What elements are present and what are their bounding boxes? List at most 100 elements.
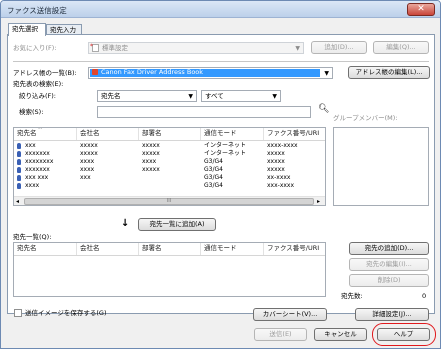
favorites-doc-icon: * (90, 43, 99, 52)
col-header-company[interactable]: 会社名 (77, 128, 139, 140)
header-divider (14, 140, 325, 141)
help-button[interactable]: ヘルプ (377, 328, 430, 341)
cell-name: xxx xxx (25, 174, 49, 181)
col-header-fax[interactable]: ファクス番号/URI (264, 243, 325, 255)
recipient-count-value: 0 (422, 292, 427, 300)
cell-mode: G3/G4 (204, 182, 223, 189)
person-icon (17, 159, 21, 165)
favorites-label: お気に入り(F): (13, 44, 57, 52)
cell-mode: G3/G4 (204, 166, 223, 173)
delete-recipient-button[interactable]: 削除(D) (349, 274, 429, 287)
cell-fax: xx-xxxx (267, 174, 291, 181)
advanced-settings-button[interactable]: 詳細設定(J)... (355, 308, 429, 321)
horizontal-scrollbar[interactable]: ◂ III ▸ (14, 196, 325, 205)
filter-label: 絞り込み(F): (19, 92, 57, 100)
add-recipient-button[interactable]: 宛先の追加(D)... (349, 242, 429, 255)
header-divider (14, 255, 325, 256)
col-header-mode[interactable]: 通信モード (201, 128, 264, 140)
col-header-department[interactable]: 部署名 (139, 128, 201, 140)
cell-fax: xxxxx (267, 150, 285, 157)
recipient-list-table[interactable]: 宛先名 会社名 部署名 通信モード ファクス番号/URI (13, 242, 326, 297)
cell-name: xxx (25, 142, 36, 149)
filter-mode-dropdown[interactable]: すべて ▼ (201, 90, 281, 102)
cancel-button[interactable]: キャンセル (314, 328, 367, 341)
favorites-add-button[interactable]: 追加(D)... (311, 41, 367, 54)
filter-field-dropdown[interactable]: 宛先名 ▼ (97, 90, 197, 102)
address-book-dropdown[interactable]: Canon Fax Driver Address Book ▼ (88, 67, 333, 79)
cell-fax: xxxxx (267, 158, 285, 165)
person-icon (17, 183, 21, 189)
group-members-list[interactable] (333, 127, 429, 206)
col-header-department[interactable]: 部署名 (139, 243, 201, 255)
search-section-label: 宛先表の検索(E): (13, 80, 64, 88)
edit-address-book-button[interactable]: アドレス帳の編集(L)... (348, 66, 430, 79)
cell-mode: G3/G4 (204, 158, 223, 165)
tab-select-destination[interactable]: 宛先選択 (8, 23, 46, 36)
save-image-checkbox[interactable] (14, 309, 22, 317)
send-button[interactable]: 送信(E) (254, 328, 307, 341)
close-button[interactable]: ✕ (407, 3, 435, 16)
cell-mode: G3/G4 (204, 174, 223, 181)
cover-sheet-button[interactable]: カバーシート(V)... (253, 308, 327, 321)
chevron-down-icon: ▼ (324, 70, 329, 77)
tab-panel: お気に入り(F): * 標準設定 ▼ 追加(D)... 編集(Q)... アドレ… (7, 34, 435, 317)
favorites-value: 標準設定 (102, 44, 128, 52)
cell-department: xxxxx (142, 142, 160, 149)
person-icon (17, 151, 21, 157)
group-members-label: グループメンバー(M): (333, 114, 398, 122)
filter-mode-value: すべて (205, 92, 224, 100)
table-row[interactable]: xxx xxxxx xxxxx インターネット xxxx-xxxx (14, 142, 325, 150)
search-label: 検索(S): (19, 108, 44, 116)
window-title: ファクス送信設定 (7, 6, 67, 15)
recipient-count-label: 宛先数: (341, 292, 363, 300)
table-row[interactable]: xxxxxxx xxxx xxxxx G3/G4 xxxxx (14, 166, 325, 174)
scroll-right-icon[interactable]: ▸ (317, 197, 320, 205)
cell-department: xxxx (142, 158, 157, 165)
chevron-down-icon: ▼ (188, 93, 193, 100)
person-icon (17, 175, 21, 181)
chevron-down-icon: ▼ (295, 45, 300, 52)
cell-name: xxxxxxx (25, 150, 50, 157)
cell-department: xxxxx (142, 150, 160, 157)
cell-fax: xxx-xxxx (267, 182, 295, 189)
cell-fax: xxxxx (267, 166, 285, 173)
cell-name: xxxxxxxx (25, 158, 54, 165)
favorites-edit-button[interactable]: 編集(Q)... (373, 41, 429, 54)
address-book-value: Canon Fax Driver Address Book (101, 68, 204, 76)
edit-recipient-button[interactable]: 宛先の編集(I)... (349, 258, 429, 271)
person-icon (17, 143, 21, 149)
search-input[interactable] (97, 106, 311, 118)
destination-table: 宛先名 会社名 部署名 通信モード ファクス番号/URI ^ xxx xxxxx… (13, 127, 326, 206)
search-icon[interactable]: 🔍︎ (318, 105, 329, 114)
cell-company: xxxxx (80, 150, 98, 157)
scroll-thumb[interactable]: III (24, 198, 314, 205)
add-to-list-button[interactable]: 宛先一覧に追加(A) (138, 218, 216, 231)
cell-name: xxxxxxx (25, 166, 50, 173)
table-row[interactable]: xxxxxxx xxxxx xxxxx インターネット xxxxx (14, 150, 325, 158)
cell-mode: インターネット (204, 142, 247, 149)
table-row[interactable]: xxxxxxxx xxxx xxxx G3/G4 xxxxx (14, 158, 325, 166)
address-book-icon (92, 69, 98, 75)
cell-company: xxxx (80, 158, 95, 165)
person-icon (17, 167, 21, 173)
col-header-company[interactable]: 会社名 (77, 243, 139, 255)
filter-field-value: 宛先名 (101, 92, 121, 100)
cell-company: xxxxx (80, 142, 98, 149)
cell-department: xxxxx (142, 166, 160, 173)
arrow-down-icon: ↓ (121, 218, 130, 229)
title-bar: ファクス送信設定 ✕ (1, 1, 440, 18)
sort-ascending-icon: ^ (38, 127, 43, 133)
favorites-dropdown[interactable]: * 標準設定 ▼ (88, 42, 304, 54)
col-header-name[interactable]: 宛先名 (14, 128, 77, 140)
cell-fax: xxxx-xxxx (267, 142, 298, 149)
col-header-name[interactable]: 宛先名 (14, 243, 77, 255)
col-header-mode[interactable]: 通信モード (201, 243, 264, 255)
cell-mode: インターネット (204, 150, 247, 157)
fax-settings-dialog: ファクス送信設定 ✕ 宛先選択 宛先入力 お気に入り(F): * 標準設定 ▼ … (0, 0, 441, 349)
chevron-down-icon: ▼ (272, 93, 277, 100)
table-row[interactable]: xxxx G3/G4 xxx-xxxx (14, 182, 325, 190)
table-row[interactable]: xxx xxx xxx G3/G4 xx-xxxx (14, 174, 325, 182)
divider (13, 61, 429, 62)
scroll-left-icon[interactable]: ◂ (16, 197, 19, 205)
col-header-fax[interactable]: ファクス番号/URI (264, 128, 325, 140)
